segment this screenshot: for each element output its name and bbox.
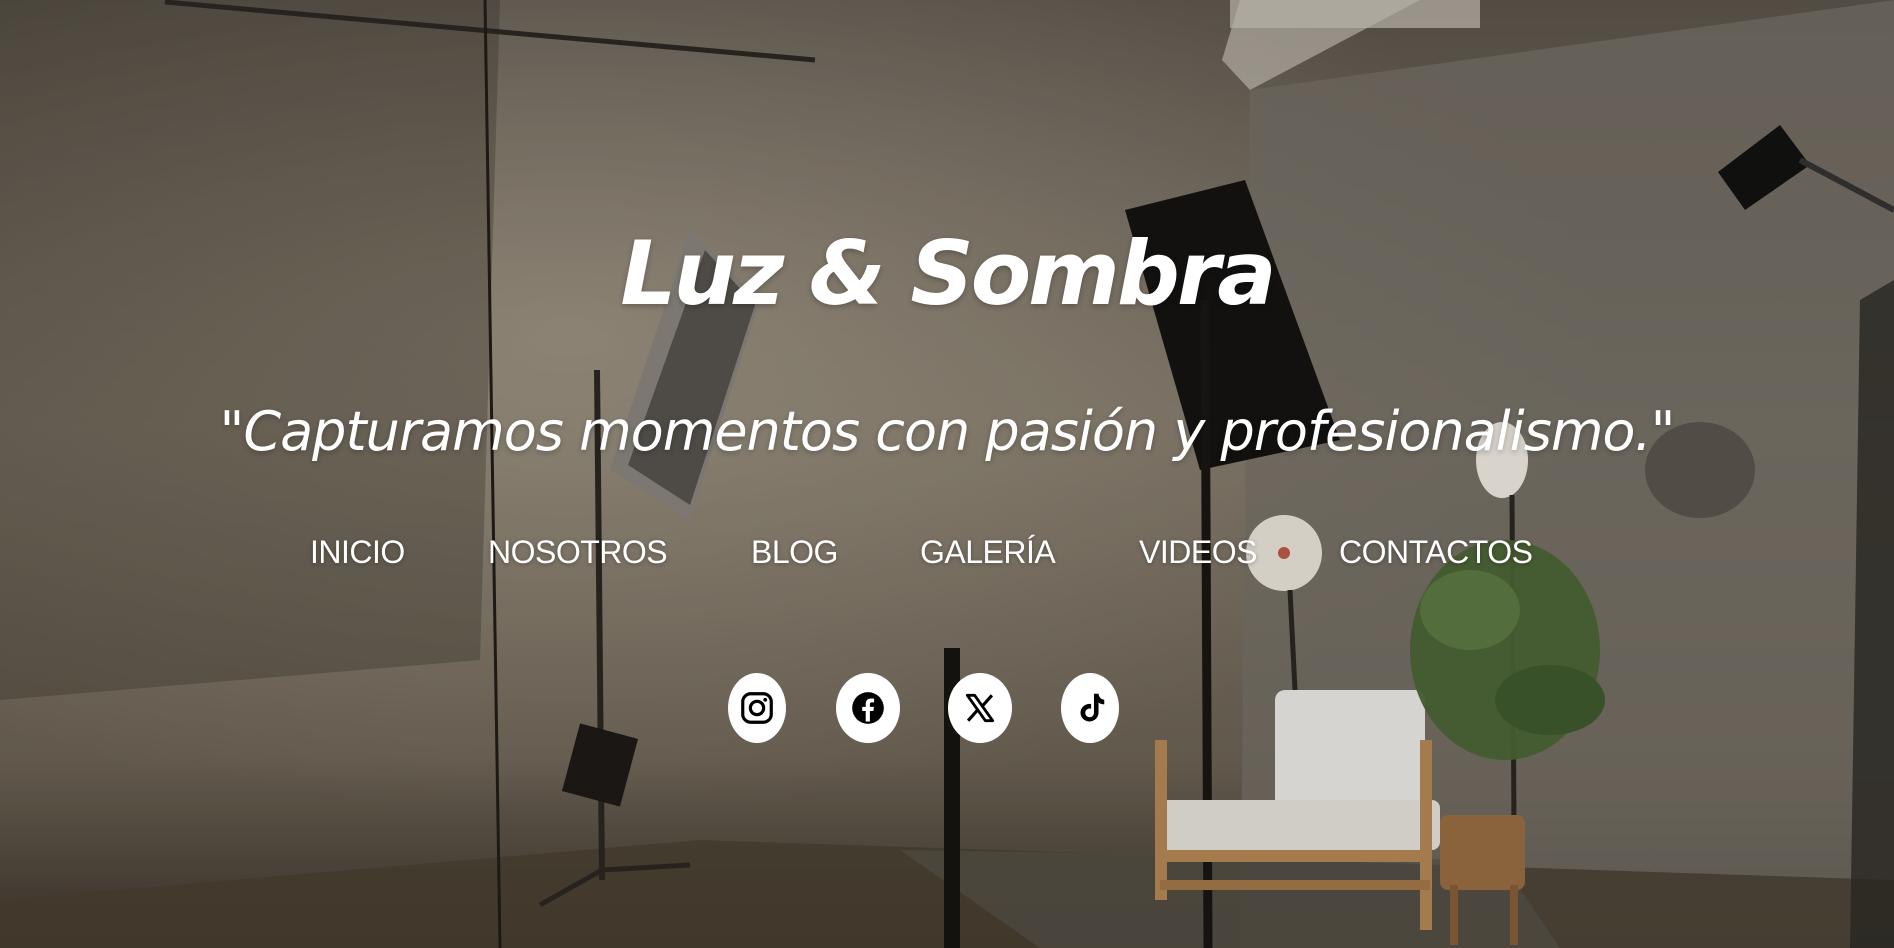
social-links bbox=[0, 673, 1894, 743]
nav-item-blog[interactable]: BLOG bbox=[751, 534, 838, 571]
facebook-icon bbox=[852, 692, 884, 724]
tiktok-link[interactable] bbox=[1061, 673, 1119, 743]
instagram-icon bbox=[741, 692, 773, 724]
facebook-link[interactable] bbox=[836, 673, 900, 743]
x-link[interactable] bbox=[948, 673, 1012, 743]
hero-background bbox=[0, 0, 1894, 948]
nav-item-inicio[interactable]: INICIO bbox=[310, 534, 405, 571]
nav-item-galeria[interactable]: GALERÍA bbox=[920, 534, 1056, 571]
main-nav: INICIO NOSOTROS BLOG GALERÍA VIDEOS CONT… bbox=[0, 534, 1894, 574]
nav-item-nosotros[interactable]: NOSOTROS bbox=[488, 534, 668, 571]
nav-item-contactos[interactable]: CONTACTOS bbox=[1339, 534, 1533, 571]
instagram-link[interactable] bbox=[728, 673, 786, 743]
x-icon bbox=[965, 693, 995, 723]
site-title: Luz & Sombra bbox=[620, 222, 1276, 325]
tiktok-icon bbox=[1080, 693, 1105, 722]
nav-item-videos[interactable]: VIDEOS bbox=[1139, 534, 1257, 571]
site-tagline: "Capturamos momentos con pasión y profes… bbox=[219, 400, 1676, 463]
